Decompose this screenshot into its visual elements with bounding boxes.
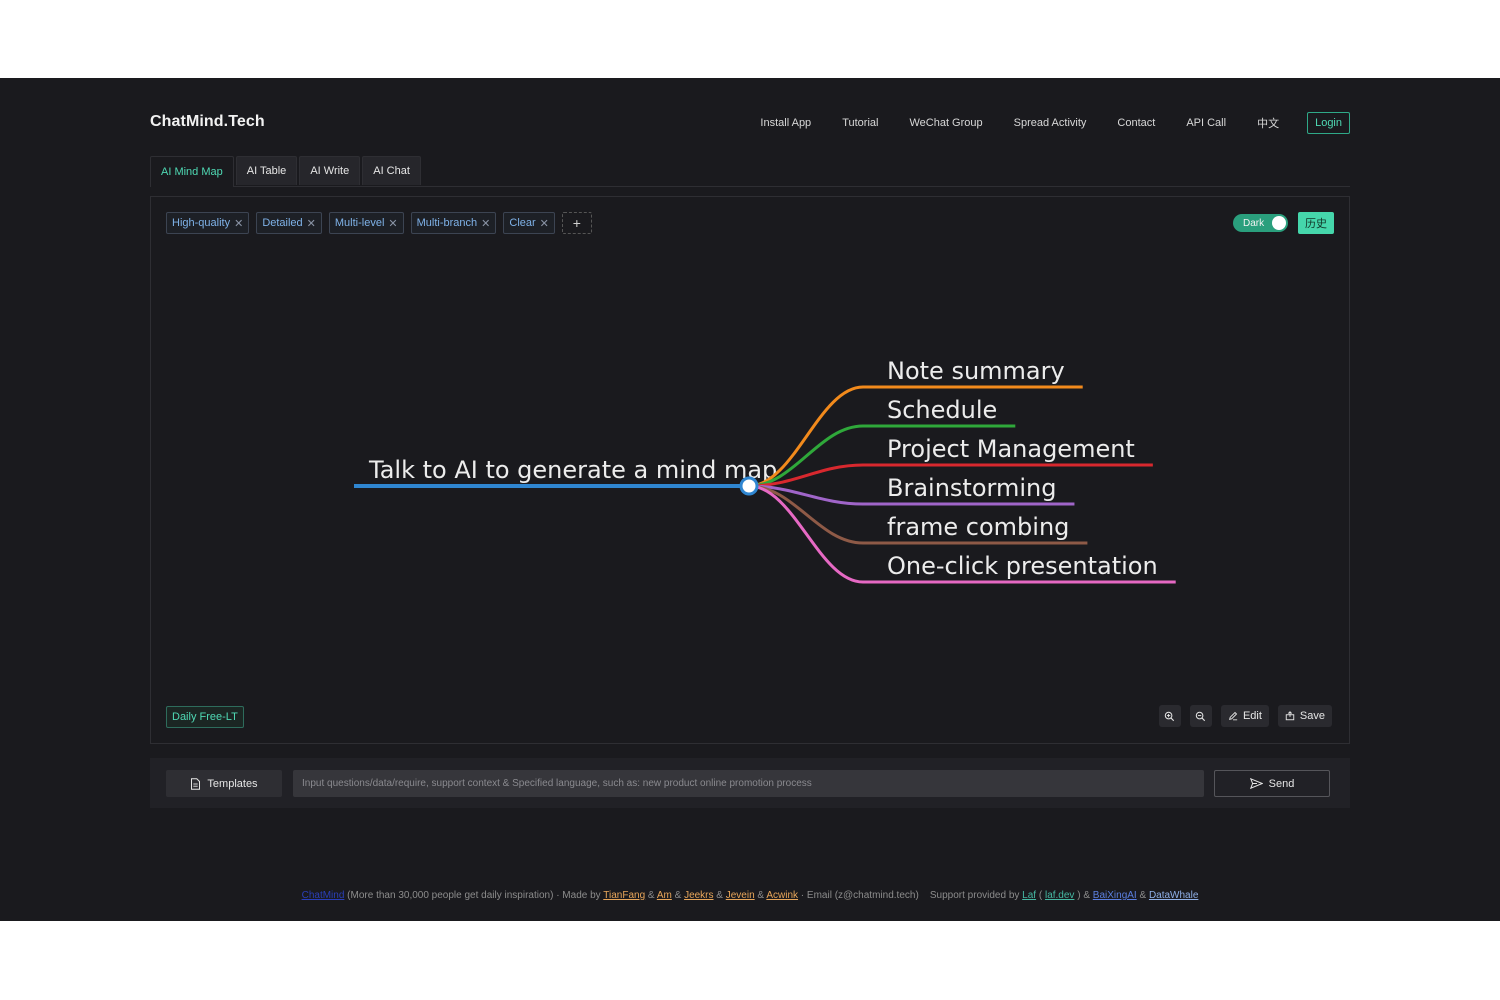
document-icon bbox=[191, 777, 201, 790]
templates-label: Templates bbox=[207, 777, 258, 790]
quota-badge: Daily Free-LT bbox=[166, 706, 244, 728]
close-icon[interactable]: ✕ bbox=[234, 217, 243, 230]
login-button[interactable]: Login bbox=[1307, 112, 1350, 134]
branch-node-label[interactable]: frame combing bbox=[887, 513, 1069, 541]
tool-tabs: AI Mind Map AI Table AI Write AI Chat bbox=[150, 156, 1350, 187]
send-icon bbox=[1249, 778, 1263, 789]
nav-wechat-group[interactable]: WeChat Group bbox=[909, 117, 982, 129]
dark-mode-toggle[interactable]: Dark bbox=[1233, 214, 1288, 232]
zoom-in-button[interactable] bbox=[1158, 705, 1181, 727]
brand-logo[interactable]: ChatMind.Tech bbox=[150, 113, 265, 131]
tag-multi-level: Multi-level ✕ bbox=[328, 212, 404, 234]
tab-ai-mind-map[interactable]: AI Mind Map bbox=[150, 156, 234, 187]
footer-brand-link[interactable]: ChatMind bbox=[302, 890, 345, 901]
canvas-toolbar: Edit Save bbox=[1158, 705, 1332, 727]
separator: ) & bbox=[1074, 890, 1093, 901]
pencil-icon bbox=[1228, 711, 1238, 721]
history-button[interactable]: 历史 bbox=[1298, 212, 1334, 234]
root-hub-node bbox=[739, 476, 759, 496]
datawhale-link[interactable]: DataWhale bbox=[1149, 890, 1198, 901]
footer: ChatMind (More than 30,000 people get da… bbox=[0, 890, 1500, 901]
edit-label: Edit bbox=[1242, 710, 1262, 722]
author-link[interactable]: Jevein bbox=[726, 890, 755, 901]
tag-label: High-quality bbox=[172, 217, 231, 229]
mind-map-canvas[interactable]: Talk to AI to generate a mind map Note su… bbox=[150, 196, 1350, 744]
nav-install-app[interactable]: Install App bbox=[760, 117, 811, 129]
nav-api-call[interactable]: API Call bbox=[1186, 117, 1226, 129]
send-button[interactable]: Send bbox=[1214, 770, 1330, 797]
laf-link[interactable]: Laf bbox=[1022, 890, 1036, 901]
tag-detailed: Detailed ✕ bbox=[256, 212, 322, 234]
separator: ( bbox=[1036, 890, 1045, 901]
branch-node-label[interactable]: One-click presentation bbox=[887, 552, 1158, 580]
prompt-bar: Templates Send bbox=[150, 758, 1350, 808]
separator: & bbox=[671, 890, 685, 901]
separator: & bbox=[713, 890, 726, 901]
separator: & bbox=[1136, 890, 1149, 901]
author-link[interactable]: Am bbox=[657, 890, 672, 901]
toggle-knob bbox=[1272, 216, 1286, 230]
footer-email-text: · Email (z@chatmind.tech) Support provid… bbox=[798, 890, 1023, 901]
nav-contact[interactable]: Contact bbox=[1117, 117, 1155, 129]
plus-icon: + bbox=[572, 215, 581, 231]
zoom-in-icon bbox=[1165, 711, 1175, 721]
tab-ai-write[interactable]: AI Write bbox=[299, 156, 361, 185]
save-button[interactable]: Save bbox=[1277, 705, 1332, 727]
tag-multi-branch: Multi-branch ✕ bbox=[410, 212, 497, 234]
prompt-input[interactable] bbox=[293, 770, 1204, 797]
tag-label: Multi-branch bbox=[416, 217, 478, 229]
add-tag-button[interactable]: + bbox=[561, 212, 592, 234]
tag-label: Clear bbox=[509, 217, 536, 229]
footer-inspiration-text: (More than 30,000 people get daily inspi… bbox=[344, 890, 604, 901]
tab-ai-chat[interactable]: AI Chat bbox=[362, 156, 421, 185]
tag-label: Detailed bbox=[262, 217, 303, 229]
style-tags: High-quality ✕ Detailed ✕ Multi-level ✕ … bbox=[166, 212, 592, 234]
close-icon[interactable]: ✕ bbox=[481, 217, 490, 230]
mind-map-graph[interactable]: Talk to AI to generate a mind map Note su… bbox=[151, 197, 1349, 743]
branch-node-label[interactable]: Project Management bbox=[887, 435, 1135, 463]
export-icon bbox=[1285, 711, 1295, 721]
close-icon[interactable]: ✕ bbox=[540, 217, 549, 230]
author-link[interactable]: Acwink bbox=[766, 890, 798, 901]
laf-dev-link[interactable]: laf.dev bbox=[1045, 890, 1074, 901]
zoom-out-icon bbox=[1196, 711, 1206, 721]
zoom-out-button[interactable] bbox=[1189, 705, 1212, 727]
edit-button[interactable]: Edit bbox=[1220, 705, 1269, 727]
branch-connector bbox=[748, 484, 864, 584]
author-link[interactable]: TianFang bbox=[603, 890, 645, 901]
tab-ai-table[interactable]: AI Table bbox=[235, 156, 298, 185]
language-switch[interactable]: 中文 bbox=[1257, 115, 1279, 131]
tag-high-quality: High-quality ✕ bbox=[166, 212, 250, 234]
branch-node-label[interactable]: Brainstorming bbox=[887, 474, 1056, 502]
baixingai-link[interactable]: BaiXingAI bbox=[1093, 890, 1137, 901]
tag-clear: Clear ✕ bbox=[503, 212, 555, 234]
separator: & bbox=[645, 890, 657, 901]
nav-spread-activity[interactable]: Spread Activity bbox=[1014, 117, 1087, 129]
author-link[interactable]: Jeekrs bbox=[684, 890, 713, 901]
toggle-label: Dark bbox=[1243, 217, 1265, 229]
save-label: Save bbox=[1299, 710, 1325, 722]
tag-label: Multi-level bbox=[334, 217, 385, 229]
close-icon[interactable]: ✕ bbox=[388, 217, 397, 230]
root-node-label: Talk to AI to generate a mind map bbox=[368, 456, 777, 484]
branch-node-label[interactable]: Schedule bbox=[887, 396, 997, 424]
close-icon[interactable]: ✕ bbox=[307, 217, 316, 230]
separator: & bbox=[754, 890, 767, 901]
templates-button[interactable]: Templates bbox=[166, 770, 282, 797]
branch-node-label[interactable]: Note summary bbox=[887, 357, 1065, 385]
send-label: Send bbox=[1268, 777, 1295, 790]
nav-tutorial[interactable]: Tutorial bbox=[842, 117, 878, 129]
top-navigation: Install App Tutorial WeChat Group Spread… bbox=[760, 112, 1350, 134]
